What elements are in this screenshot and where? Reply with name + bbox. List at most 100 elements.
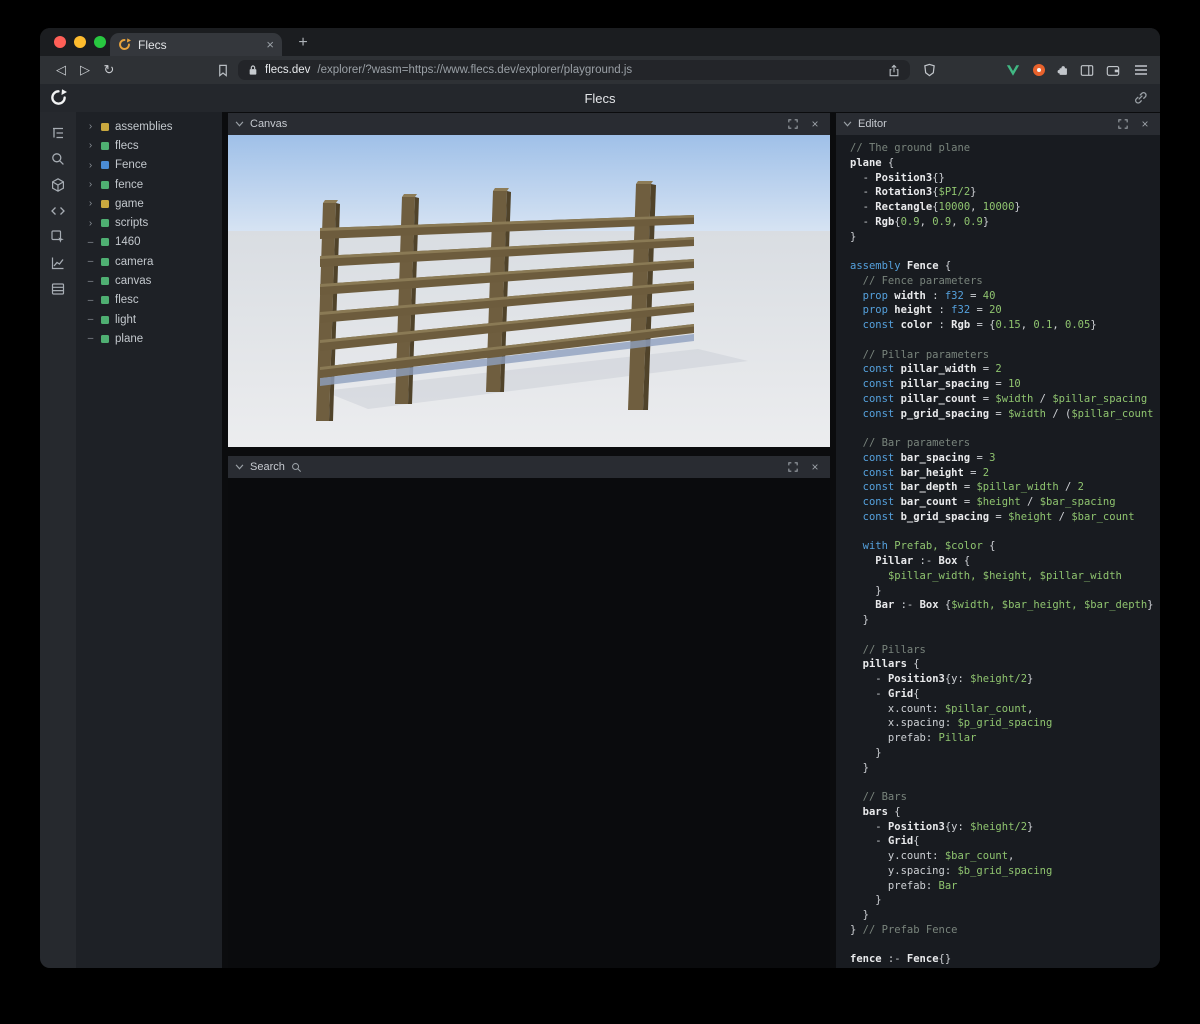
url-path: /explorer/?wasm=https://www.flecs.dev/ex… — [317, 64, 881, 76]
extension-dot-icon[interactable] — [1030, 61, 1048, 79]
tree-item-Fence[interactable]: › Fence — [76, 156, 222, 175]
tree-item-assemblies[interactable]: › assemblies — [76, 117, 222, 136]
zoom-window-button[interactable] — [94, 36, 106, 48]
code-line: const color : Rgb = {0.15, 0.1, 0.05} — [850, 318, 1160, 333]
entity-tree-icon[interactable] — [45, 120, 71, 146]
browser-window: Flecs × + ◁ ▷ ↻ flecs.dev /explorer/?was… — [40, 28, 1160, 968]
menu-icon[interactable] — [1132, 61, 1150, 79]
search-results-area — [228, 478, 830, 968]
editor-panel-body: // The ground planeplane { - Position3{}… — [836, 135, 1160, 968]
code-line: - Rgb{0.9, 0.9, 0.9} — [850, 215, 1160, 230]
code-line: // Bars — [850, 790, 1160, 805]
tree-leaf-dash: – — [86, 333, 95, 344]
code-line — [850, 421, 1160, 436]
canvas-panel-header[interactable]: Canvas × — [228, 113, 830, 135]
code-line: } — [850, 908, 1160, 923]
tree-item-game[interactable]: ›game — [76, 194, 222, 213]
stats-chart-icon[interactable] — [45, 250, 71, 276]
expand-arrow-icon[interactable]: › — [86, 218, 95, 229]
tree-item-scripts[interactable]: ›scripts — [76, 213, 222, 232]
tree-item-light[interactable]: –light — [76, 310, 222, 329]
canvas-close-icon[interactable]: × — [807, 116, 823, 132]
data-rows-icon[interactable] — [45, 276, 71, 302]
tree-item-plane[interactable]: –plane — [76, 329, 222, 348]
new-tab-button[interactable]: + — [292, 32, 314, 54]
desktop-background: Flecs × + ◁ ▷ ↻ flecs.dev /explorer/?was… — [0, 0, 1200, 1024]
code-line — [850, 525, 1160, 540]
expand-arrow-icon[interactable]: › — [86, 198, 95, 209]
entity-color-square — [101, 200, 109, 208]
bookmark-icon[interactable] — [214, 61, 232, 79]
url-domain: flecs.dev — [265, 64, 310, 76]
code-line: - Position3{y: $height/2} — [850, 672, 1160, 687]
reload-button[interactable]: ↻ — [98, 56, 120, 84]
search-panel-header[interactable]: Search × — [228, 456, 830, 478]
tree-leaf-dash: – — [86, 237, 95, 248]
tree-item-fence[interactable]: ›fence — [76, 175, 222, 194]
wallet-icon[interactable] — [1104, 61, 1122, 79]
address-bar[interactable]: flecs.dev /explorer/?wasm=https://www.fl… — [238, 60, 910, 80]
entity-color-square — [101, 161, 109, 169]
expand-arrow-icon[interactable]: › — [86, 179, 95, 190]
tab-close-icon[interactable]: × — [266, 37, 274, 52]
code-line: const b_grid_spacing = $height / $bar_co… — [850, 510, 1160, 525]
share-link-icon[interactable] — [1133, 90, 1148, 110]
tree-item-label: Fence — [115, 159, 147, 171]
code-line: fence :- Fence{} — [850, 952, 1160, 967]
entity-color-square — [101, 142, 109, 150]
browser-tab[interactable]: Flecs × — [110, 33, 282, 56]
close-window-button[interactable] — [54, 36, 66, 48]
extensions-puzzle-icon[interactable] — [1054, 61, 1072, 79]
brave-shield-icon[interactable] — [920, 61, 938, 79]
share-icon[interactable] — [888, 64, 900, 77]
tree-item-camera[interactable]: –camera — [76, 252, 222, 271]
code-line: const bar_spacing = 3 — [850, 451, 1160, 466]
editor-panel-header[interactable]: Editor × — [836, 113, 1160, 135]
entity-color-square — [101, 181, 109, 189]
forward-button[interactable]: ▷ — [74, 56, 96, 84]
tree-item-flesc[interactable]: –flesc — [76, 291, 222, 310]
canvas-fullscreen-icon[interactable] — [785, 116, 801, 132]
side-panel-icon[interactable] — [1078, 61, 1096, 79]
inspector-icon[interactable] — [45, 224, 71, 250]
editor-close-icon[interactable]: × — [1137, 116, 1153, 132]
code-line: const bar_depth = $pillar_width / 2 — [850, 480, 1160, 495]
code-line: // Fence parameters — [850, 274, 1160, 289]
entity-color-square — [101, 316, 109, 324]
vue-extension-icon[interactable] — [1004, 61, 1022, 79]
code-line: prop width : f32 = 40 — [850, 289, 1160, 304]
expand-arrow-icon[interactable]: › — [86, 121, 95, 132]
tree-item-label: canvas — [115, 275, 151, 287]
chevron-down-icon — [235, 464, 244, 470]
canvas-3d-viewport[interactable] — [228, 135, 830, 447]
editor-fullscreen-icon[interactable] — [1115, 116, 1131, 132]
search-close-icon[interactable]: × — [807, 459, 823, 475]
code-line: $pillar_width, $height, $pillar_width — [850, 569, 1160, 584]
expand-arrow-icon[interactable]: › — [86, 140, 95, 151]
code-line — [850, 775, 1160, 790]
code-line: const p_grid_spacing = $width / ($pillar… — [850, 407, 1160, 422]
tree-item-label: assemblies — [115, 121, 173, 133]
back-button[interactable]: ◁ — [50, 56, 72, 84]
search-fullscreen-icon[interactable] — [785, 459, 801, 475]
code-editor[interactable]: // The ground planeplane { - Position3{}… — [836, 135, 1160, 968]
code-line: const bar_height = 2 — [850, 466, 1160, 481]
tree-leaf-dash: – — [86, 295, 95, 306]
browser-tab-strip: Flecs × + — [40, 28, 1160, 56]
code-line — [850, 333, 1160, 348]
tree-leaf-dash: – — [86, 256, 95, 267]
search-icon[interactable] — [45, 146, 71, 172]
tree-leaf-dash: – — [86, 276, 95, 287]
code-line: y.count: $bar_count, — [850, 849, 1160, 864]
expand-arrow-icon[interactable]: › — [86, 160, 95, 171]
assets-cube-icon[interactable] — [45, 172, 71, 198]
code-icon[interactable] — [45, 198, 71, 224]
entity-tree-panel: ›assemblies›flecs›Fence›fence›game›scrip… — [76, 112, 222, 968]
tree-item-flecs[interactable]: ›flecs — [76, 136, 222, 155]
minimize-window-button[interactable] — [74, 36, 86, 48]
sky — [228, 135, 830, 231]
code-line: } — [850, 746, 1160, 761]
tree-item-1460[interactable]: –1460 — [76, 233, 222, 252]
code-line: with Prefab, $color { — [850, 539, 1160, 554]
tree-item-canvas[interactable]: – canvas — [76, 271, 222, 290]
